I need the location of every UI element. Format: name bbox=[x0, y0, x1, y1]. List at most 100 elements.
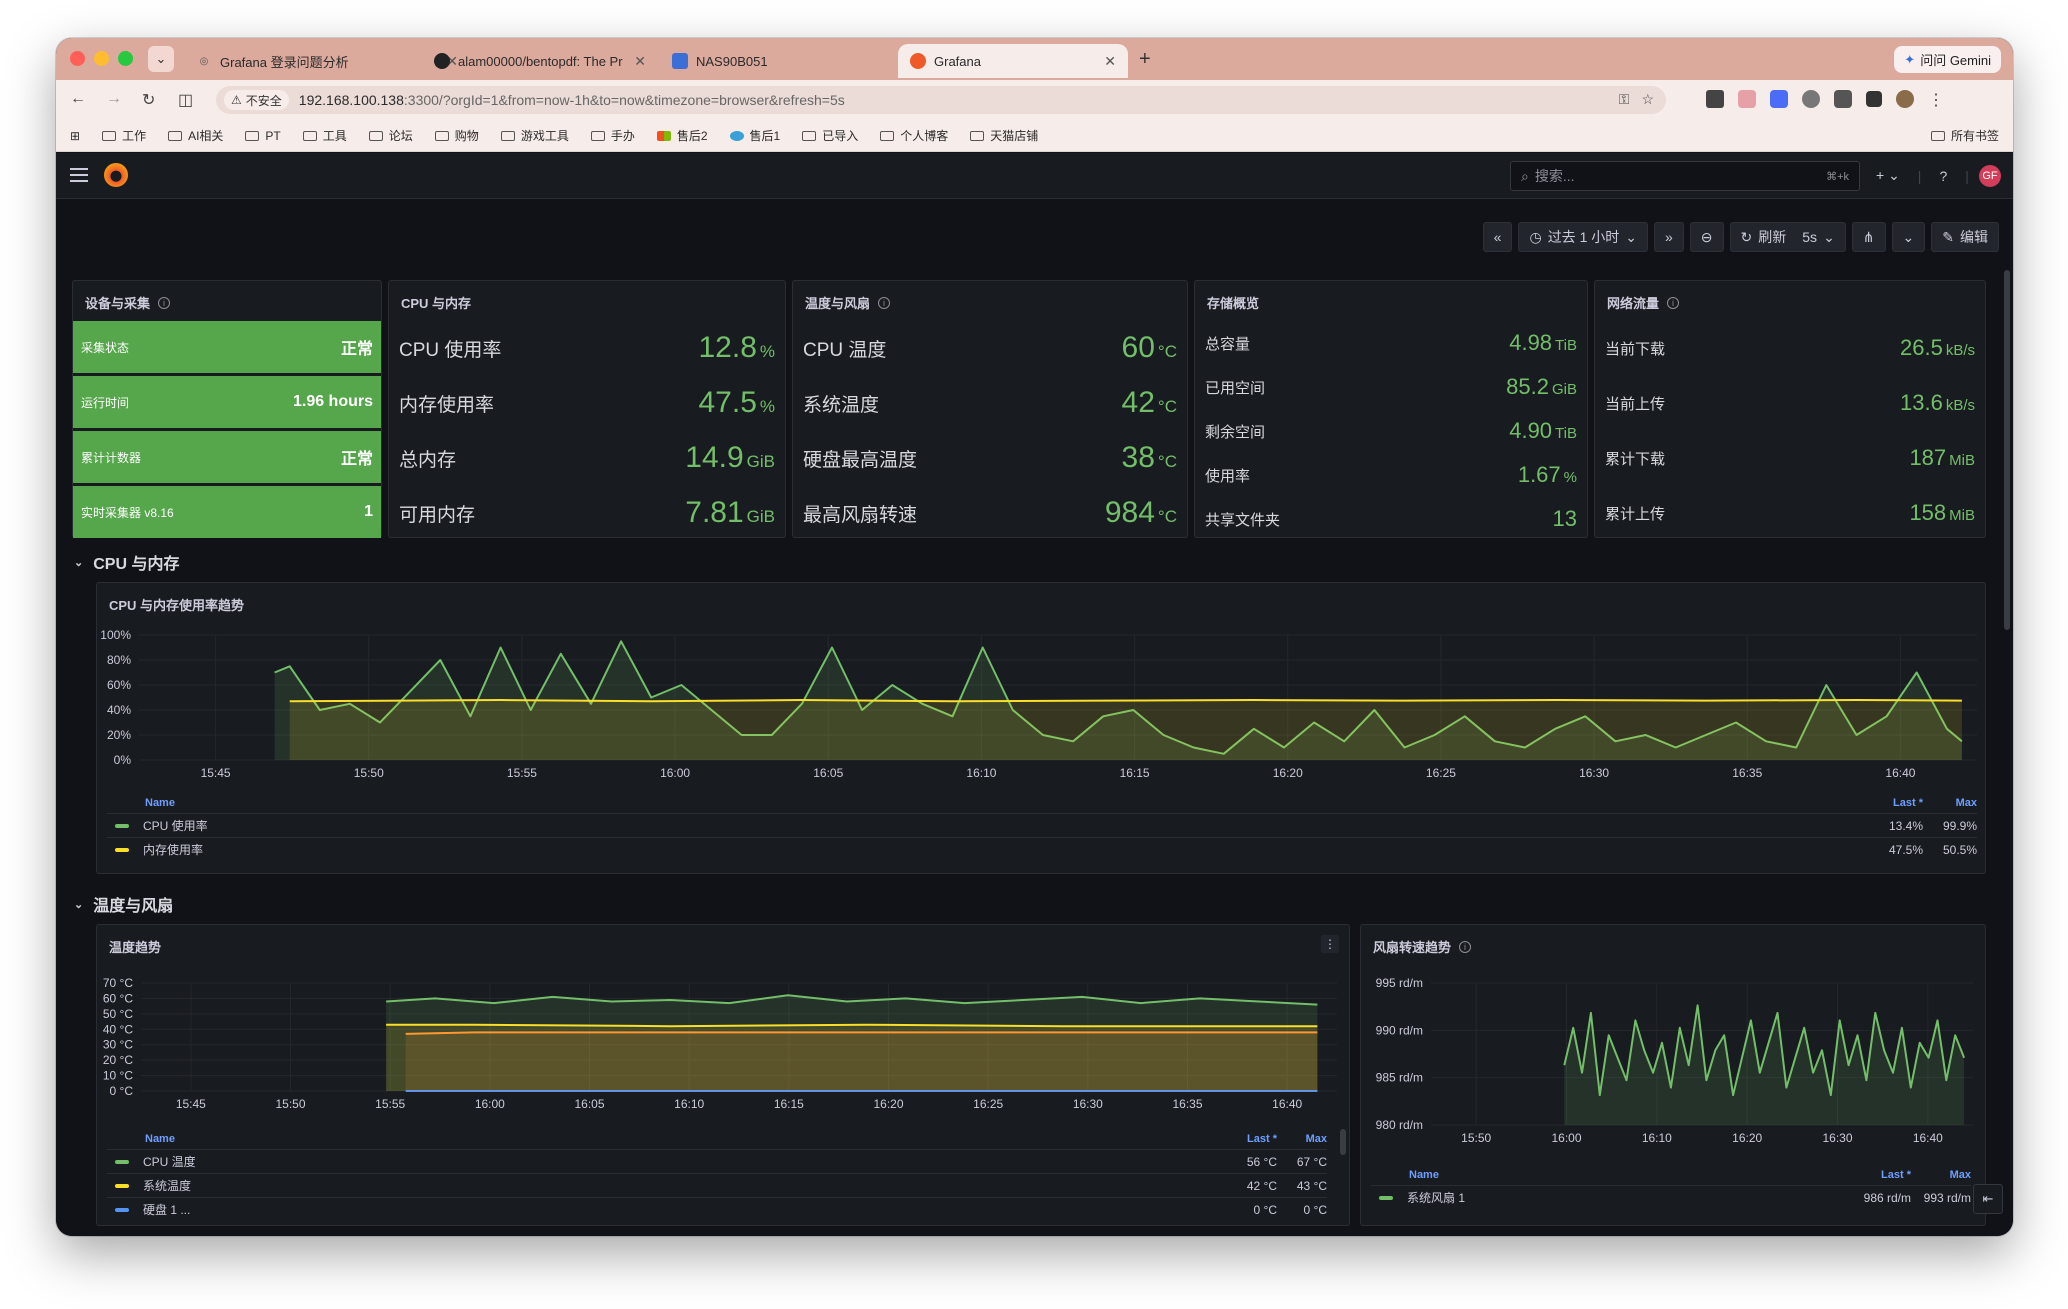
legend-last-header[interactable]: Last * bbox=[1863, 797, 1923, 809]
insecure-badge[interactable]: ⚠ 不安全 bbox=[224, 90, 289, 110]
legend-row[interactable]: 系统温度 42 °C 43 °C bbox=[107, 1173, 1327, 1197]
y-tick-label: 995 rd/m bbox=[1376, 976, 1423, 990]
time-shift-back-button[interactable]: « bbox=[1482, 222, 1513, 252]
add-icon[interactable]: + ⌄ bbox=[1876, 167, 1900, 184]
stat-unit: °C bbox=[1157, 507, 1177, 526]
stat-value: 14.9 GiB bbox=[685, 441, 775, 475]
menu-icon[interactable] bbox=[70, 168, 88, 182]
y-tick-label: 10 °C bbox=[103, 1069, 133, 1083]
legend-max-header[interactable]: Max bbox=[1277, 1133, 1327, 1145]
legend-row[interactable]: 系统风扇 1 986 rd/m 993 rd/m bbox=[1371, 1185, 1971, 1209]
x-tick-label: 16:15 bbox=[1120, 766, 1150, 780]
edit-button[interactable]: ✎ 编辑 bbox=[1931, 222, 1999, 252]
info-icon[interactable]: i bbox=[1667, 296, 1680, 309]
extension-icon[interactable] bbox=[1706, 90, 1724, 108]
gemini-button[interactable]: ✦ 问问 Gemini bbox=[1894, 46, 2001, 73]
legend-header: Name Last * Max bbox=[107, 1129, 1327, 1149]
legend-row[interactable]: CPU 使用率 13.4% 99.9% bbox=[107, 813, 1977, 837]
bookmark-link[interactable]: 售后2 bbox=[656, 127, 708, 144]
reload-icon[interactable]: ↻ bbox=[142, 90, 155, 110]
forward-icon[interactable]: → bbox=[106, 90, 122, 108]
stat-value: 42 °C bbox=[1122, 386, 1177, 420]
apps-grid-icon[interactable]: ⊞ bbox=[70, 129, 80, 143]
collapse-panel-button[interactable]: ⇤ bbox=[1973, 1184, 2003, 1214]
legend-max-header[interactable]: Max bbox=[1923, 797, 1977, 809]
all-bookmarks-folder[interactable]: 所有书签 bbox=[1930, 127, 1999, 144]
stat-value: 12.8% bbox=[698, 331, 775, 365]
search-input[interactable]: ⌕ 搜索... ⌘+k bbox=[1510, 161, 1860, 191]
browser-tab-active[interactable]: Grafana ✕ bbox=[898, 44, 1128, 78]
stat-row: 硬盘最高温度 38 °C bbox=[793, 431, 1187, 485]
url-text[interactable]: 192.168.100.138:3300/?orgId=1&from=now-1… bbox=[299, 92, 845, 108]
key-icon[interactable]: ⚿ bbox=[1619, 91, 1630, 108]
extension-icon[interactable] bbox=[1770, 90, 1788, 108]
maximize-window-button[interactable] bbox=[118, 51, 133, 66]
legend-last-header[interactable]: Last * bbox=[1217, 1133, 1277, 1145]
bookmark-link[interactable]: 售后1 bbox=[729, 127, 780, 144]
back-icon[interactable]: ← bbox=[70, 90, 86, 108]
bookmark-star-icon[interactable]: ☆ bbox=[1641, 91, 1654, 108]
new-tab-icon[interactable]: + bbox=[1139, 48, 1151, 71]
share-button[interactable]: ⋔ bbox=[1851, 222, 1886, 252]
info-icon[interactable]: i bbox=[1459, 940, 1472, 953]
info-icon[interactable]: i bbox=[878, 296, 891, 309]
refresh-interval[interactable]: 5s bbox=[1802, 229, 1817, 245]
bookmark-folder[interactable]: 已导入 bbox=[802, 127, 858, 144]
profile-avatar[interactable] bbox=[1896, 90, 1914, 108]
legend-scrollbar[interactable] bbox=[1340, 1129, 1346, 1155]
bookmark-folder[interactable]: 工具 bbox=[302, 127, 347, 144]
help-icon[interactable]: ? bbox=[1939, 168, 1947, 184]
extension-icon[interactable] bbox=[1802, 90, 1820, 108]
legend-max-header[interactable]: Max bbox=[1911, 1169, 1971, 1181]
grafana-logo-icon[interactable] bbox=[104, 163, 128, 187]
tab-close-icon[interactable]: ✕ bbox=[634, 53, 646, 70]
time-shift-forward-button[interactable]: » bbox=[1654, 222, 1684, 252]
zoom-out-button[interactable]: ⊖ bbox=[1689, 222, 1724, 252]
stat-number: 12.8 bbox=[698, 331, 757, 364]
sidebar-toggle-icon[interactable]: ◫ bbox=[178, 90, 193, 110]
x-tick-label: 16:10 bbox=[1642, 1131, 1672, 1145]
address-bar[interactable]: ⚠ 不安全 192.168.100.138:3300/?orgId=1&from… bbox=[216, 86, 1666, 114]
nas-icon bbox=[672, 53, 688, 69]
bookmark-folder[interactable]: 个人博客 bbox=[880, 127, 948, 144]
bookmark-folder[interactable]: 游戏工具 bbox=[500, 127, 569, 144]
download-icon[interactable] bbox=[1866, 91, 1882, 107]
bookmark-folder[interactable]: 论坛 bbox=[368, 127, 413, 144]
close-window-button[interactable] bbox=[70, 51, 85, 66]
browser-tab[interactable]: alam00000/bentopdf: The Pr ✕ bbox=[422, 44, 658, 78]
minimize-window-button[interactable] bbox=[94, 51, 109, 66]
bookmark-folder[interactable]: 天猫店铺 bbox=[970, 127, 1038, 144]
more-menu-icon[interactable]: ⋮ bbox=[1928, 90, 1944, 109]
bookmark-folder[interactable]: 工作 bbox=[102, 127, 146, 144]
legend-row[interactable]: 硬盘 1 ... 0 °C 0 °C bbox=[107, 1197, 1327, 1221]
stat-number: 60 bbox=[1121, 331, 1155, 364]
bookmark-folder[interactable]: PT bbox=[245, 129, 281, 143]
bookmark-folder[interactable]: 购物 bbox=[434, 127, 479, 144]
tab-close-icon[interactable]: ✕ bbox=[1104, 53, 1116, 70]
stat-number: 187 bbox=[1909, 445, 1947, 470]
legend-last-header[interactable]: Last * bbox=[1841, 1169, 1911, 1181]
share-dropdown-button[interactable]: ⌄ bbox=[1891, 222, 1926, 252]
puzzle-icon[interactable] bbox=[1834, 90, 1852, 108]
row-header-temp[interactable]: ⌄ 温度与风扇 bbox=[74, 892, 173, 916]
tab-search-dropdown-icon[interactable]: ⌄ bbox=[148, 46, 174, 72]
time-range-picker[interactable]: ◷ 过去 1 小时 ⌄ bbox=[1518, 222, 1648, 252]
legend-last-value: 42 °C bbox=[1246, 1178, 1277, 1193]
x-tick-label: 16:40 bbox=[1913, 1131, 1943, 1145]
grafana-favicon-icon bbox=[910, 53, 926, 69]
bookmark-folder[interactable]: AI相关 bbox=[168, 127, 223, 144]
extension-icon[interactable] bbox=[1738, 90, 1756, 108]
x-tick-label: 16:20 bbox=[1732, 1131, 1762, 1145]
legend-row[interactable]: CPU 温度 56 °C 67 °C bbox=[107, 1149, 1327, 1173]
bookmark-folder[interactable]: 手办 bbox=[590, 127, 635, 144]
panel-menu-icon[interactable]: ⋮ bbox=[1321, 935, 1339, 953]
user-avatar[interactable]: GF bbox=[1979, 165, 2001, 187]
legend-last-value: 56 °C bbox=[1246, 1154, 1277, 1169]
stat-label: 当前下载 bbox=[1605, 340, 1666, 358]
page-scrollbar[interactable] bbox=[2004, 270, 2010, 630]
info-icon[interactable]: i bbox=[158, 296, 171, 309]
stat-row: 总容量 4.98 TiB bbox=[1195, 321, 1587, 365]
legend-row[interactable]: 内存使用率 47.5% 50.5% bbox=[107, 837, 1977, 861]
refresh-button[interactable]: ↻ 刷新 5s ⌄ bbox=[1729, 222, 1846, 252]
row-header-cpu[interactable]: ⌄ CPU 与内存 bbox=[74, 550, 179, 574]
